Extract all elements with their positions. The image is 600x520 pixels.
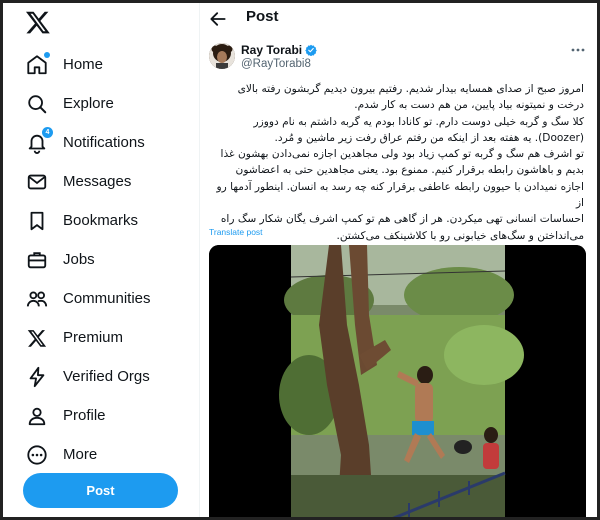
post-video[interactable] bbox=[209, 245, 586, 517]
search-icon bbox=[25, 92, 49, 116]
sidebar-item-jobs[interactable]: Jobs bbox=[25, 240, 151, 279]
more-circle-icon bbox=[25, 443, 49, 467]
sidebar-item-communities[interactable]: Communities bbox=[25, 279, 151, 318]
sidebar-item-explore[interactable]: Explore bbox=[25, 84, 151, 123]
post-text-line: تو اشرف هم سگ و گربه تو کمپ زیاد بود ولی… bbox=[220, 148, 584, 161]
page-header: Post bbox=[200, 3, 597, 35]
people-icon bbox=[25, 287, 49, 311]
more-options-icon[interactable] bbox=[570, 45, 586, 55]
main-column: Post Ray Torabi @RayTorabi8 امروز صبح از… bbox=[200, 3, 597, 517]
envelope-icon bbox=[25, 170, 49, 194]
sidebar-item-profile[interactable]: Profile bbox=[25, 396, 151, 435]
bookmark-icon bbox=[25, 209, 49, 233]
post-text-line: امروز صبح از صدای همسایه بیدار شدیم. رفت… bbox=[237, 83, 584, 95]
lightning-icon bbox=[25, 365, 49, 389]
x-logo-icon[interactable] bbox=[25, 9, 51, 35]
sidebar-item-label: Home bbox=[63, 56, 104, 73]
avatar[interactable] bbox=[209, 43, 235, 69]
translate-post-link[interactable]: Translate post bbox=[209, 227, 263, 237]
sidebar-item-label: Explore bbox=[63, 95, 114, 112]
sidebar-item-more[interactable]: More bbox=[25, 435, 151, 474]
post-text-line: اجازه نمیدادن با حیوون رابطه عاطفی برقرا… bbox=[216, 180, 585, 210]
author-handle[interactable]: @RayTorabi8 bbox=[241, 58, 311, 70]
post-text-line: کلا سگ و گربه خیلی دوست دارم. تو کانادا … bbox=[253, 115, 584, 128]
back-arrow-icon[interactable] bbox=[208, 9, 228, 29]
sidebar-item-premium[interactable]: Premium bbox=[25, 318, 151, 357]
post-button[interactable]: Post bbox=[23, 473, 178, 508]
sidebar-item-verified-orgs[interactable]: Verified Orgs bbox=[25, 357, 151, 396]
notification-count-badge: 4 bbox=[42, 126, 53, 138]
post-text-line: بدیم و باهاشون رابطه برقرار کنیم. ممنوع … bbox=[235, 164, 584, 177]
person-icon bbox=[25, 404, 49, 428]
sidebar-item-label: Profile bbox=[63, 407, 106, 424]
sidebar-item-notifications[interactable]: 4 Notifications bbox=[25, 123, 151, 162]
sidebar: Home Explore 4 Notifications Messages Bo… bbox=[3, 3, 200, 517]
sidebar-item-label: More bbox=[63, 446, 98, 463]
sidebar-item-label: Jobs bbox=[63, 251, 95, 268]
home-notification-dot bbox=[44, 51, 50, 58]
sidebar-item-bookmarks[interactable]: Bookmarks bbox=[25, 201, 151, 240]
sidebar-item-messages[interactable]: Messages bbox=[25, 162, 151, 201]
sidebar-item-label: Messages bbox=[63, 173, 132, 190]
post-text-line: احساسات انسانی تهی میکردن. هر از گاهی هم… bbox=[220, 213, 584, 226]
author-name-row: Ray Torabi bbox=[241, 43, 317, 57]
home-icon bbox=[25, 51, 50, 77]
post-text: امروز صبح از صدای همسایه بیدار شدیم. رفت… bbox=[208, 81, 585, 244]
primary-nav: Home Explore 4 Notifications Messages Bo… bbox=[25, 45, 151, 474]
sidebar-item-label: Verified Orgs bbox=[63, 368, 150, 385]
x-icon bbox=[25, 326, 49, 350]
sidebar-item-label: Communities bbox=[63, 290, 151, 307]
author-display-name[interactable]: Ray Torabi bbox=[241, 43, 302, 57]
sidebar-item-label: Bookmarks bbox=[63, 212, 139, 229]
post-text-line: درخت و نمیتونه بیاد پایین، من هم دست به … bbox=[354, 99, 584, 112]
sidebar-item-label: Premium bbox=[63, 329, 124, 346]
briefcase-icon bbox=[25, 248, 49, 272]
post-text-line: (Doozer). یه هفته بعد از اینکه من رفتم ع… bbox=[274, 131, 584, 144]
page-title: Post bbox=[246, 8, 279, 25]
sidebar-item-home[interactable]: Home bbox=[25, 45, 151, 84]
sidebar-item-label: Notifications bbox=[63, 134, 145, 151]
post-text-line: می‌انداختن و سگ‌های خیابونی رو با کلاشین… bbox=[336, 229, 584, 242]
bell-icon: 4 bbox=[25, 126, 53, 155]
verified-badge-icon bbox=[305, 44, 317, 56]
